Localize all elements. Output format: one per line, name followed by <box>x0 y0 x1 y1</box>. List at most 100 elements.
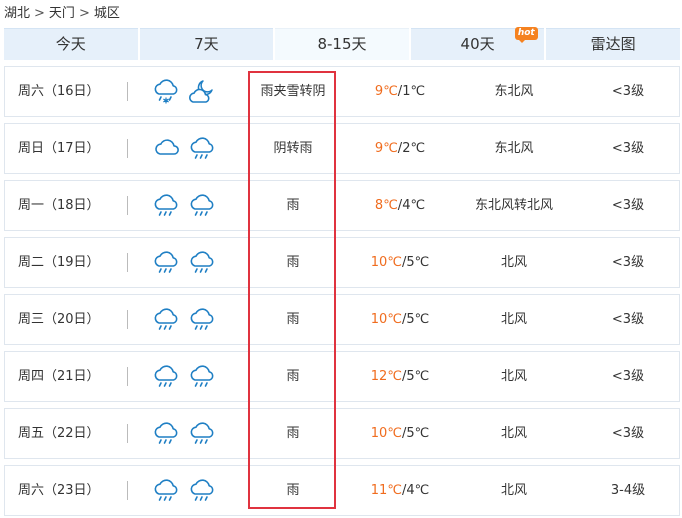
condition-text: 雨 <box>286 426 300 441</box>
forecast-row: 周四（21日） 雨 12℃/5℃ 北风 <3级 <box>4 351 680 402</box>
day-label: 周六（23日） <box>18 483 100 498</box>
forecast-row: 周六（16日） 雨夹雪转阴 9℃/1℃ 东北风 <3级 <box>4 66 680 117</box>
wind-direction: 东北风 <box>494 84 534 99</box>
condition-text: 雨 <box>286 198 300 213</box>
low-temp: 5℃ <box>406 369 430 384</box>
breadcrumb-separator: > <box>34 6 45 21</box>
weather-icons <box>151 409 223 458</box>
day-label: 周三（20日） <box>18 312 100 327</box>
forecast-tabs: 今天 7天 8-15天 40天 hot 雷达图 <box>4 27 680 60</box>
day-label: 周二（19日） <box>18 255 100 270</box>
rain-icon <box>151 363 181 391</box>
weather-icons <box>151 67 223 116</box>
low-temp: 5℃ <box>406 426 430 441</box>
row-divider <box>127 310 128 329</box>
high-temp: 10℃ <box>370 312 402 327</box>
high-temp: 12℃ <box>370 369 402 384</box>
wind-direction: 北风 <box>500 483 527 498</box>
rain-icon <box>187 249 217 277</box>
low-temp: 4℃ <box>406 483 430 498</box>
temperature: 11℃/4℃ <box>347 466 453 515</box>
forecast-row: 周一（18日） 雨 8℃/4℃ 东北风转北风 <3级 <box>4 180 680 231</box>
temperature: 10℃/5℃ <box>347 295 453 344</box>
high-temp: 10℃ <box>370 426 402 441</box>
day-label: 周四（21日） <box>18 369 100 384</box>
tab-label: 40天 <box>460 35 495 53</box>
temperature: 9℃/1℃ <box>347 67 453 116</box>
cloudy-icon <box>151 135 181 163</box>
tab-label: 今天 <box>55 35 86 53</box>
wind-direction: 北风 <box>500 312 527 327</box>
wind-level: <3级 <box>611 312 645 327</box>
wind-direction: 北风 <box>500 426 527 441</box>
low-temp: 4℃ <box>402 198 426 213</box>
rain-icon <box>151 477 181 505</box>
rain-icon <box>187 363 217 391</box>
row-divider <box>127 424 128 443</box>
wind-level: <3级 <box>611 198 645 213</box>
forecast-row: 周日（17日） 阴转雨 9℃/2℃ 东北风 <3级 <box>4 123 680 174</box>
condition-text: 雨夹雪转阴 <box>260 84 326 99</box>
temperature: 12℃/5℃ <box>347 352 453 401</box>
rain-icon <box>187 420 217 448</box>
tab-label: 8-15天 <box>317 35 367 53</box>
tab-40-days[interactable]: 40天 hot <box>410 27 545 60</box>
wind-level: <3级 <box>611 426 645 441</box>
low-temp: 5℃ <box>406 255 430 270</box>
forecast-row: 周二（19日） 雨 10℃/5℃ 北风 <3级 <box>4 237 680 288</box>
breadcrumb: 湖北 > 天门 > 城区 <box>4 4 120 24</box>
row-divider <box>127 481 128 500</box>
row-divider <box>127 253 128 272</box>
condition-text: 雨 <box>286 312 300 327</box>
breadcrumb-city[interactable]: 天门 <box>49 6 75 21</box>
tab-today[interactable]: 今天 <box>4 28 138 60</box>
high-temp: 11℃ <box>370 483 402 498</box>
weather-icons <box>151 124 223 173</box>
high-temp: 8℃ <box>374 198 398 213</box>
weather-icons <box>151 295 223 344</box>
rain-icon <box>187 135 217 163</box>
condition-text: 雨 <box>286 255 300 270</box>
hot-badge: hot <box>514 27 538 43</box>
condition-text: 雨 <box>286 369 300 384</box>
tab-8-15-days[interactable]: 8-15天 <box>275 28 409 60</box>
wind-level: <3级 <box>611 141 645 156</box>
forecast-row: 周三（20日） 雨 10℃/5℃ 北风 <3级 <box>4 294 680 345</box>
temperature: 10℃/5℃ <box>347 238 453 287</box>
breadcrumb-separator: > <box>78 6 90 21</box>
breadcrumb-province[interactable]: 湖北 <box>4 6 30 21</box>
rain-icon <box>187 477 217 505</box>
wind-direction: 东北风转北风 <box>474 198 553 213</box>
weather-icons <box>151 238 223 287</box>
rain-icon <box>187 192 217 220</box>
wind-direction: 北风 <box>500 255 527 270</box>
temperature: 9℃/2℃ <box>347 124 453 173</box>
rain-icon <box>151 420 181 448</box>
day-label: 周五（22日） <box>18 426 100 441</box>
rain-icon <box>151 192 181 220</box>
low-temp: 2℃ <box>402 141 426 156</box>
weather-icons <box>151 466 223 515</box>
weather-icons <box>151 352 223 401</box>
rain-icon <box>151 249 181 277</box>
temperature: 8℃/4℃ <box>347 181 453 230</box>
condition-text: 雨 <box>286 483 300 498</box>
forecast-row: 周六（23日） 雨 11℃/4℃ 北风 3-4级 <box>4 465 680 516</box>
condition-text: 阴转雨 <box>273 141 313 156</box>
wind-level: <3级 <box>611 255 645 270</box>
tab-label: 雷达图 <box>590 35 636 53</box>
wind-direction: 东北风 <box>494 141 534 156</box>
high-temp: 9℃ <box>374 141 398 156</box>
rain-icon <box>187 306 217 334</box>
wind-level: <3级 <box>611 369 645 384</box>
day-label: 周一（18日） <box>18 198 100 213</box>
wind-level: 3-4级 <box>610 483 646 498</box>
high-temp: 10℃ <box>370 255 402 270</box>
rain-snow-icon <box>151 78 181 106</box>
tab-7-days[interactable]: 7天 <box>139 28 274 60</box>
tab-radar[interactable]: 雷达图 <box>546 28 680 60</box>
row-divider <box>127 367 128 386</box>
low-temp: 1℃ <box>402 84 426 99</box>
day-label: 周六（16日） <box>18 84 100 99</box>
weather-icons <box>151 181 223 230</box>
